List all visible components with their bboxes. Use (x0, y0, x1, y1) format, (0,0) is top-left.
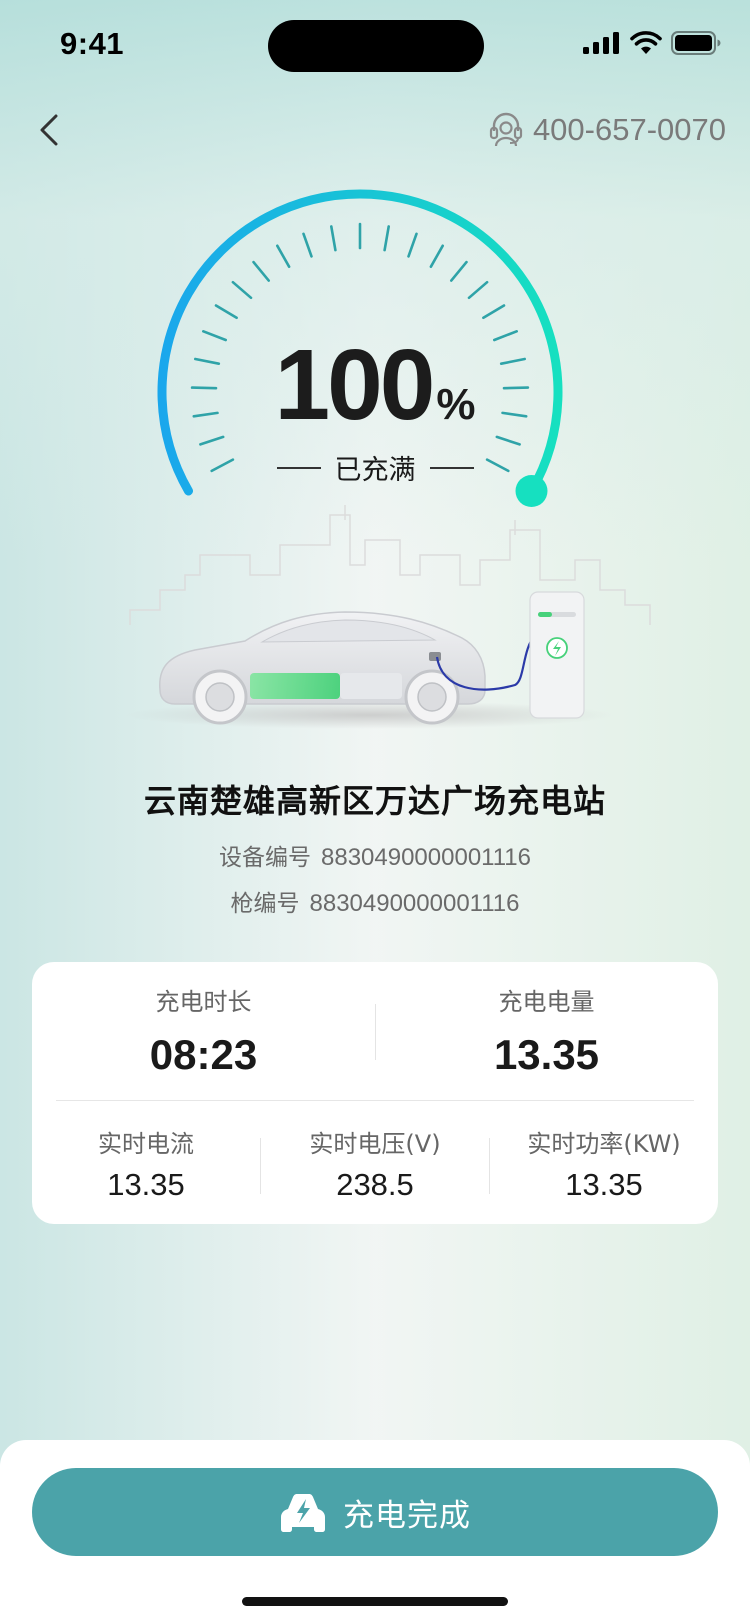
gauge-tick (482, 304, 506, 320)
gauge-tick (275, 244, 291, 269)
realtime-power-label: 实时功率(KW) (527, 1130, 681, 1158)
charge-status: 已充满 (0, 448, 750, 487)
wifi-icon (630, 31, 662, 54)
dynamic-island (268, 20, 484, 72)
station-name: 云南楚雄高新区万达广场充电站 (143, 782, 606, 820)
headset-icon (489, 112, 523, 147)
realtime-voltage-stat: 实时电压(V) 238.5 (261, 1124, 489, 1203)
realtime-current-label: 实时电流 (98, 1130, 194, 1158)
gun-number-label: 枪编号 (230, 891, 300, 917)
gauge-tick (252, 260, 271, 282)
device-number-row: 设备编号 8830490000001116 (0, 838, 750, 872)
gauge-tick (302, 232, 313, 258)
gauge-tick (449, 260, 468, 282)
signal-icon (583, 32, 619, 54)
status-time: 9:41 (60, 26, 125, 61)
device-number-label: 设备编号 (219, 845, 311, 871)
charge-energy-stat: 充电电量 13.35 (375, 982, 718, 1079)
status-label: 已充满 (334, 455, 416, 486)
chevron-left-icon (40, 114, 58, 146)
device-number-value: 8830490000001116 (321, 844, 531, 871)
gauge-tick (407, 232, 418, 258)
charge-duration-value: 08:23 (149, 1031, 258, 1078)
phone-number: 400-657-0070 (532, 112, 726, 147)
percent-unit: % (436, 380, 476, 429)
back-button[interactable] (28, 108, 72, 152)
gun-number-value: 8830490000001116 (309, 890, 520, 917)
gauge-tick (429, 244, 445, 269)
gun-number-row: 枪编号 8830490000001116 (0, 884, 750, 918)
realtime-voltage-value: 238.5 (336, 1167, 414, 1202)
customer-service-phone[interactable]: 400-657-0070 (489, 108, 726, 152)
realtime-power-value: 13.35 (565, 1167, 643, 1202)
gauge-tick (231, 280, 253, 300)
card-divider (56, 1100, 694, 1101)
gauge-tick (467, 280, 489, 300)
status-divider-left (276, 466, 321, 469)
charge-complete-button[interactable]: 充电完成 (32, 1468, 718, 1556)
car-bolt-icon (281, 1494, 325, 1532)
realtime-power-stat: 实时功率(KW) 13.35 (490, 1124, 718, 1203)
realtime-current-value: 13.35 (107, 1167, 185, 1202)
charge-percent: 100% (0, 328, 750, 443)
charge-complete-label: 充电完成 (343, 1497, 471, 1534)
charge-energy-label: 充电电量 (498, 988, 595, 1016)
gauge-tick (214, 304, 238, 320)
charge-duration-stat: 充电时长 08:23 (32, 982, 375, 1079)
percent-value: 100 (274, 329, 436, 441)
realtime-current-stat: 实时电流 13.35 (32, 1124, 260, 1203)
charging-pile (529, 591, 585, 719)
realtime-voltage-label: 实时电压(V) (309, 1130, 441, 1158)
charge-energy-value: 13.35 (493, 1031, 600, 1078)
home-indicator (242, 1597, 508, 1606)
status-divider-right (429, 466, 474, 469)
charge-duration-label: 充电时长 (155, 988, 252, 1016)
gauge-tick (383, 225, 391, 252)
car-charging-illustration (125, 505, 651, 729)
charging-stats-card: 充电时长 08:23 充电电量 13.35 实时电流 13.35 实时电压(V)… (32, 962, 718, 1224)
battery-icon (671, 31, 721, 55)
gauge-tick (329, 225, 337, 252)
